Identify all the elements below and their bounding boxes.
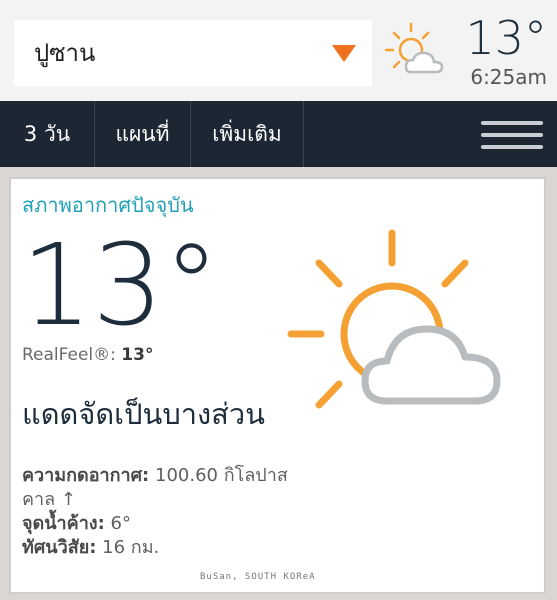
nav-bar: 3 วัน แผนที่ เพิ่มเติม	[0, 101, 557, 167]
hamburger-menu-icon[interactable]	[481, 121, 543, 149]
header-time: 6:25am	[470, 65, 547, 89]
pressure-row: ความกดอากาศ: 100.60 กิโลปาสคาล ↑	[22, 464, 312, 512]
current-temperature: 13°	[21, 221, 220, 351]
current-conditions-card: สภาพอากาศปัจจุบัน 13° RealFeel®: 13° แดด…	[9, 177, 546, 594]
tab-map[interactable]: แผนที่	[95, 101, 191, 167]
realfeel-label: RealFeel®:	[22, 345, 116, 365]
visibility-row: ทัศนวิสัย: 16 กม.	[22, 536, 312, 560]
tab-3-day[interactable]: 3 วัน	[0, 101, 95, 167]
watermark-text: BuSan, SOUTH KOReA	[200, 572, 316, 582]
app-header: ปูซาน 13° 6:25am	[0, 0, 557, 101]
location-selector[interactable]: ปูซาน	[14, 20, 372, 86]
large-partly-sunny-icon	[287, 229, 501, 409]
dewpoint-label: จุดน้ำค้าง:	[22, 513, 105, 534]
condition-text: แดดจัดเป็นบางส่วน	[22, 397, 265, 431]
location-name: ปูซาน	[34, 39, 96, 67]
realfeel: RealFeel®: 13°	[22, 343, 153, 367]
visibility-label: ทัศนวิสัย:	[22, 537, 97, 558]
pressure-label: ความกดอากาศ:	[22, 465, 150, 486]
dropdown-arrow-icon[interactable]	[332, 45, 356, 62]
header-temperature: 13°	[465, 11, 547, 65]
realfeel-value: 13°	[121, 345, 154, 365]
partly-sunny-icon	[384, 22, 444, 74]
dewpoint-row: จุดน้ำค้าง: 6°	[22, 512, 312, 536]
tab-more[interactable]: เพิ่มเติม	[191, 101, 304, 167]
dewpoint-value: 6°	[110, 513, 131, 534]
section-title: สภาพอากาศปัจจุบัน	[22, 193, 194, 217]
visibility-value: 16 กม.	[102, 537, 160, 558]
weather-details: ความกดอากาศ: 100.60 กิโลปาสคาล ↑ จุดน้ำค…	[22, 464, 312, 560]
